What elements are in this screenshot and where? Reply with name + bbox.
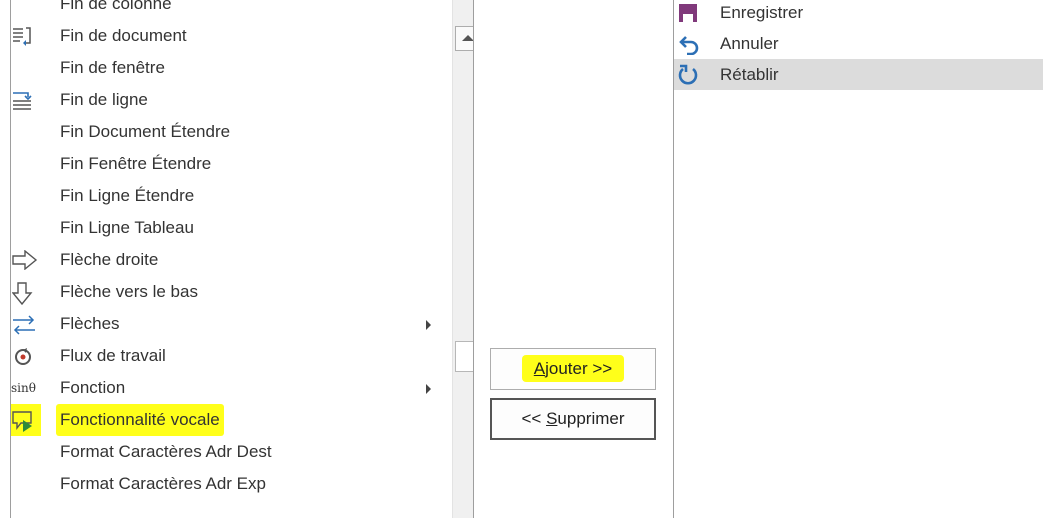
command-label: Fin de fenêtre [60, 58, 165, 77]
command-label: Fonction [60, 378, 126, 397]
list-item[interactable]: Fin de colonne [11, 0, 443, 20]
list-item[interactable]: Flèches [11, 308, 443, 340]
list-item[interactable]: Fin Ligne Étendre [11, 180, 443, 212]
available-commands-list[interactable]: Fin de colonne Fin de document Fin de fe… [10, 0, 474, 518]
quick-access-label: Enregistrer [720, 3, 804, 22]
remove-button-label: << Supprimer [521, 409, 625, 428]
redo-icon [678, 64, 700, 86]
list-item[interactable]: Fonctionnalité vocale [11, 404, 443, 436]
quick-access-items: Enregistrer Annuler Rétablir [674, 0, 1043, 90]
command-label: Flèche vers le bas [60, 282, 198, 301]
command-label: Flèches [60, 314, 120, 333]
arrow-down-icon [11, 276, 41, 308]
list-item[interactable]: Fin Fenêtre Étendre [11, 148, 443, 180]
command-label: Fin de document [60, 26, 187, 45]
list-item[interactable]: Flèche vers le bas [11, 276, 443, 308]
quick-access-label: Annuler [720, 34, 779, 53]
function-icon: sinθ [11, 381, 36, 395]
command-label: Fin Fenêtre Étendre [60, 154, 212, 173]
command-label: Fin de colonne [60, 0, 172, 13]
quick-access-commands-list[interactable]: Enregistrer Annuler Rétablir [673, 0, 1043, 518]
line-end-icon [11, 84, 41, 116]
arrows-icon [11, 308, 41, 340]
quick-access-label: Rétablir [720, 65, 779, 84]
scroll-up-button[interactable] [455, 26, 473, 51]
command-label: Format Caractères Adr Exp [60, 474, 266, 493]
arrow-right-icon [11, 244, 41, 276]
list-item[interactable]: Rétablir [674, 59, 1043, 90]
submenu-arrow-icon [426, 320, 431, 330]
add-button-label: Ajouter >> [521, 355, 625, 382]
command-label: Flèche droite [60, 250, 159, 269]
list-item[interactable]: sinθ Fonction [11, 372, 443, 404]
speech-icon [11, 404, 41, 436]
command-label: Fin de ligne [60, 90, 148, 109]
vertical-scrollbar[interactable] [452, 0, 473, 518]
command-label: Format Caractères Adr Dest [60, 442, 272, 461]
list-item[interactable]: Enregistrer [674, 0, 1043, 28]
command-label: Fin Document Étendre [60, 122, 231, 141]
list-item[interactable]: Annuler [674, 28, 1043, 59]
submenu-arrow-icon [426, 384, 431, 394]
list-item[interactable]: Format Caractères Adr Dest [11, 436, 443, 468]
command-label: Fonctionnalité vocale [56, 404, 224, 436]
list-item[interactable]: Format Caractères Adr Exp [11, 468, 443, 500]
undo-icon [678, 33, 700, 56]
save-icon [678, 2, 700, 24]
command-label: Fin Ligne Tableau [60, 218, 194, 237]
list-item[interactable]: Fin de document [11, 20, 443, 52]
workflow-icon [11, 340, 41, 372]
remove-button[interactable]: << Supprimer [490, 398, 656, 440]
command-items: Fin de colonne Fin de document Fin de fe… [11, 0, 443, 500]
command-label: Flux de travail [60, 346, 166, 365]
list-item[interactable]: Fin de ligne [11, 84, 443, 116]
list-item[interactable]: Fin de fenêtre [11, 52, 443, 84]
list-item[interactable]: Flèche droite [11, 244, 443, 276]
list-item[interactable]: Flux de travail [11, 340, 443, 372]
document-end-icon [11, 20, 41, 52]
scroll-thumb[interactable] [455, 341, 473, 372]
add-button[interactable]: Ajouter >> [490, 348, 656, 390]
command-label: Fin Ligne Étendre [60, 186, 195, 205]
list-item[interactable]: Fin Document Étendre [11, 116, 443, 148]
list-item[interactable]: Fin Ligne Tableau [11, 212, 443, 244]
